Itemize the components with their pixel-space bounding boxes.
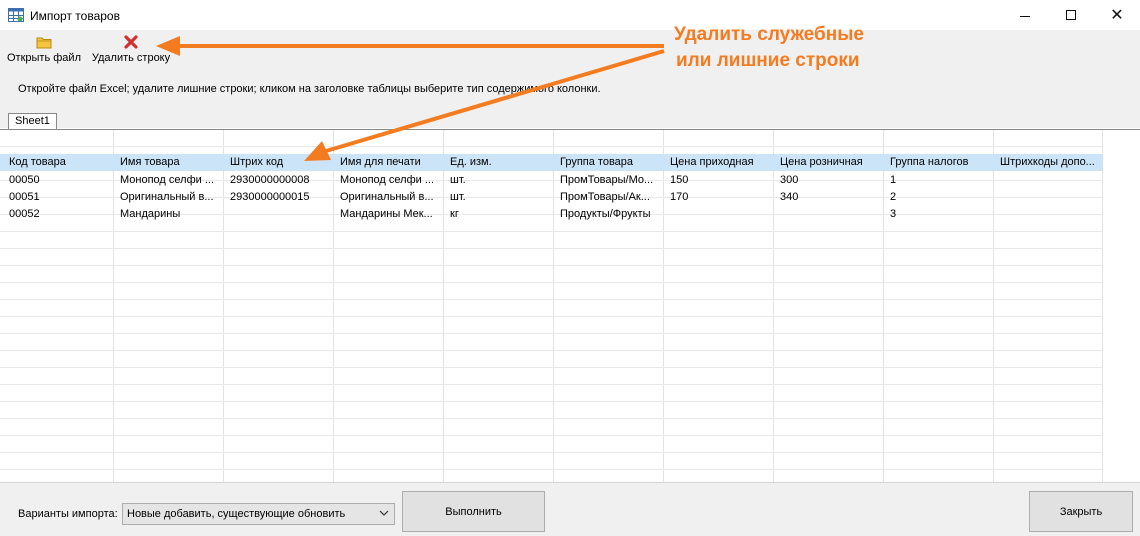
instruction-text: Откройте файл Excel; удалите лишние стро… (18, 83, 601, 95)
table-cell[interactable]: шт. (440, 189, 550, 206)
column-header[interactable]: Код товара (0, 154, 110, 171)
close-icon: ✕ (1110, 7, 1124, 24)
sheet-tabs: Sheet1 (0, 112, 1140, 130)
annotation-line-2: или лишние строки (676, 50, 860, 71)
table-cell[interactable]: Мандарины (110, 206, 220, 223)
column-header[interactable]: Цена приходная (660, 154, 770, 171)
data-grid[interactable]: Код товара Имя товара Штрих код Имя для … (0, 130, 1140, 482)
column-header[interactable]: Цена розничная (770, 154, 880, 171)
close-window-button[interactable]: ✕ (1094, 0, 1140, 30)
table-cell[interactable] (990, 189, 1100, 206)
table-cell[interactable]: 1 (880, 172, 990, 189)
table-cell[interactable]: 00052 (0, 206, 110, 223)
import-options-value: Новые добавить, существующие обновить (127, 508, 346, 520)
column-header[interactable]: Имя для печати (330, 154, 440, 171)
toolbar-area: Открыть файл Удалить строку Откройте фай… (0, 30, 1140, 130)
table-cell[interactable]: шт. (440, 172, 550, 189)
import-options-label: Варианты импорта: (18, 508, 118, 520)
table-cell[interactable]: 2930000000008 (220, 172, 330, 189)
window-title: Импорт товаров (30, 9, 120, 23)
annotation-callout: Удалить служебные или лишние строки (674, 22, 884, 74)
table-cell[interactable]: Мандарины Мек... (330, 206, 440, 223)
table-cell[interactable] (220, 206, 330, 223)
column-header[interactable]: Группа налогов (880, 154, 990, 171)
table-app-icon (8, 8, 24, 22)
import-options-select[interactable]: Новые добавить, существующие обновить (122, 503, 395, 525)
tab-sheet1[interactable]: Sheet1 (8, 113, 57, 130)
table-cell[interactable]: 2930000000015 (220, 189, 330, 206)
maximize-button[interactable] (1048, 0, 1094, 30)
table-cell[interactable]: 150 (660, 172, 770, 189)
table-cell[interactable]: 3 (880, 206, 990, 223)
table-row[interactable]: 00051 Оригинальный в... 2930000000015 Ор… (0, 189, 1103, 206)
close-button[interactable]: Закрыть (1029, 491, 1133, 532)
column-header[interactable]: Штрихкоды допо... (990, 154, 1100, 171)
table-cell[interactable] (990, 206, 1100, 223)
table-cell[interactable]: Продукты/Фрукты (550, 206, 660, 223)
table-cell[interactable]: ПромТовары/Ак... (550, 189, 660, 206)
table-cell[interactable]: Оригинальный в... (110, 189, 220, 206)
grid-header-row: Код товара Имя товара Штрих код Имя для … (0, 154, 1103, 171)
table-cell[interactable]: Оригинальный в... (330, 189, 440, 206)
bottom-bar: Варианты импорта: Новые добавить, сущест… (0, 482, 1140, 536)
table-cell[interactable]: 340 (770, 189, 880, 206)
table-row[interactable]: 00052 Мандарины Мандарины Мек... кг Прод… (0, 206, 1103, 223)
open-file-button[interactable]: Открыть файл (4, 32, 84, 68)
minimize-icon (1020, 15, 1030, 17)
table-cell[interactable]: 00051 (0, 189, 110, 206)
delete-row-button[interactable]: Удалить строку (88, 32, 174, 68)
delete-row-label: Удалить строку (91, 52, 171, 64)
table-cell[interactable]: 00050 (0, 172, 110, 189)
grid-top-blank-row (0, 130, 1103, 154)
table-cell[interactable]: 170 (660, 189, 770, 206)
column-header[interactable]: Штрих код (220, 154, 330, 171)
table-cell[interactable] (770, 206, 880, 223)
column-header[interactable]: Ед. изм. (440, 154, 550, 171)
column-header[interactable]: Группа товара (550, 154, 660, 171)
title-bar: Импорт товаров ✕ (0, 0, 1140, 30)
table-cell[interactable]: кг (440, 206, 550, 223)
table-cell[interactable]: Монопод селфи ... (110, 172, 220, 189)
run-button[interactable]: Выполнить (402, 491, 545, 532)
table-cell[interactable] (660, 206, 770, 223)
annotation-line-1: Удалить служебные (674, 24, 864, 45)
table-cell[interactable]: Монопод селфи ... (330, 172, 440, 189)
minimize-button[interactable] (1002, 0, 1048, 30)
maximize-icon (1066, 10, 1076, 20)
table-cell[interactable]: 2 (880, 189, 990, 206)
table-cell[interactable]: 300 (770, 172, 880, 189)
folder-icon (36, 37, 52, 49)
red-x-icon (124, 35, 138, 49)
column-header[interactable]: Имя товара (110, 154, 220, 171)
table-cell[interactable]: ПромТовары/Мо... (550, 172, 660, 189)
chevron-down-icon (379, 510, 389, 516)
open-file-label: Открыть файл (7, 52, 81, 64)
table-cell[interactable] (990, 172, 1100, 189)
table-row[interactable]: 00050 Монопод селфи ... 2930000000008 Мо… (0, 172, 1103, 189)
